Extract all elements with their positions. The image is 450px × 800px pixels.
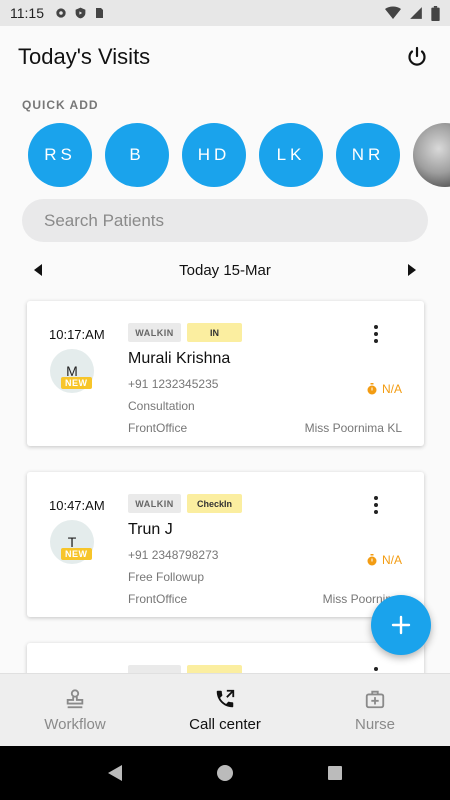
app-header: Today's Visits [0, 26, 450, 88]
quick-add-item[interactable]: LK [259, 123, 323, 187]
battery-icon [431, 5, 440, 21]
recents-square-icon [328, 766, 343, 780]
quick-add-item[interactable]: HD [182, 123, 246, 187]
home-button[interactable] [216, 764, 234, 782]
visit-card[interactable]: 10:47:AM T NEW WALKIN CheckIn Trun J +91… [27, 472, 424, 617]
consultation-type: Free Followup [128, 570, 205, 584]
nav-label: Call center [189, 715, 261, 733]
wait-time: N/A [366, 382, 402, 396]
status-right-icons [385, 5, 440, 21]
visit-status-tag: IN [187, 323, 242, 342]
status-time: 11:15 [10, 5, 44, 21]
add-visit-button[interactable] [371, 595, 431, 655]
nav-label: Workflow [44, 715, 106, 733]
visit-card[interactable]: 10:17:AM M NEW WALKIN IN Murali Krishna … [27, 301, 424, 446]
patient-phone: +91 2348798273 [128, 548, 219, 562]
power-icon [408, 46, 426, 66]
nav-tab-nurse[interactable]: Nurse [300, 674, 450, 746]
caret-right-icon [408, 264, 416, 276]
more-options-button[interactable] [368, 494, 384, 516]
stopwatch-icon [367, 383, 377, 395]
quick-add-row: RS B HD LK NR [28, 123, 450, 187]
wait-time-value: N/A [381, 382, 402, 396]
visit-type-tag: WALKIN [128, 323, 181, 342]
consultation-type: Consultation [128, 399, 195, 413]
quick-add-item[interactable]: RS [28, 123, 92, 187]
department: FrontOffice [128, 421, 188, 435]
system-navigation-bar [0, 746, 450, 800]
wait-time-value: N/A [381, 553, 402, 567]
visit-time: 10:17:AM [49, 327, 105, 342]
visit-type-tag: WALKIN [128, 494, 181, 513]
department: FrontOffice [128, 592, 188, 606]
shield-icon [75, 7, 86, 19]
stamp-icon [66, 688, 84, 708]
search-input[interactable] [44, 210, 406, 231]
wait-time: N/A [366, 553, 402, 567]
wifi-icon [385, 6, 401, 19]
visit-time: 10:47:AM [49, 498, 105, 513]
patient-name: Murali Krishna [128, 350, 231, 367]
sd-card-icon [96, 8, 103, 18]
patient-name: Trun J [128, 521, 173, 538]
bottom-navigation: Workflow Call center Nurse [0, 673, 450, 746]
visit-status-tag: CheckIn [187, 494, 242, 513]
previous-date-button[interactable] [28, 260, 48, 280]
patient-phone: +91 1232345235 [128, 377, 219, 391]
power-button[interactable] [402, 42, 432, 72]
back-triangle-icon [107, 765, 122, 781]
quick-add-photo-avatar[interactable] [413, 123, 450, 187]
status-bar: 11:15 [0, 0, 450, 26]
phone-forward-icon [216, 689, 235, 707]
nav-tab-workflow[interactable]: Workflow [0, 674, 150, 746]
back-button[interactable] [107, 764, 123, 782]
home-circle-icon [216, 765, 233, 781]
stopwatch-icon [367, 554, 377, 566]
signal-icon [410, 7, 422, 19]
nav-label: Nurse [354, 715, 395, 733]
settings-icon [56, 8, 66, 18]
status-icons [54, 6, 105, 20]
more-options-button[interactable] [368, 323, 384, 345]
quick-add-item[interactable]: NR [336, 123, 400, 187]
caret-left-icon [34, 264, 42, 276]
search-bar [22, 199, 428, 242]
plus-icon [391, 615, 411, 635]
date-label: Today 15-Mar [179, 261, 271, 279]
recents-button[interactable] [327, 765, 343, 781]
quick-add-label: QUICK ADD [22, 98, 99, 112]
doctor-name: Miss Poornima KL [304, 421, 402, 435]
new-badge: NEW [61, 548, 92, 560]
new-badge: NEW [61, 377, 92, 389]
quick-add-item[interactable]: B [105, 123, 169, 187]
next-date-button[interactable] [402, 260, 422, 280]
page-title: Today's Visits [18, 44, 151, 69]
date-navigation: Today 15-Mar [28, 257, 422, 283]
app-screen: 11:15 Today's Visits QUICK ADD RS B HD L… [0, 0, 450, 800]
nav-tab-call-center[interactable]: Call center [150, 674, 300, 746]
medical-kit-icon [365, 690, 385, 708]
